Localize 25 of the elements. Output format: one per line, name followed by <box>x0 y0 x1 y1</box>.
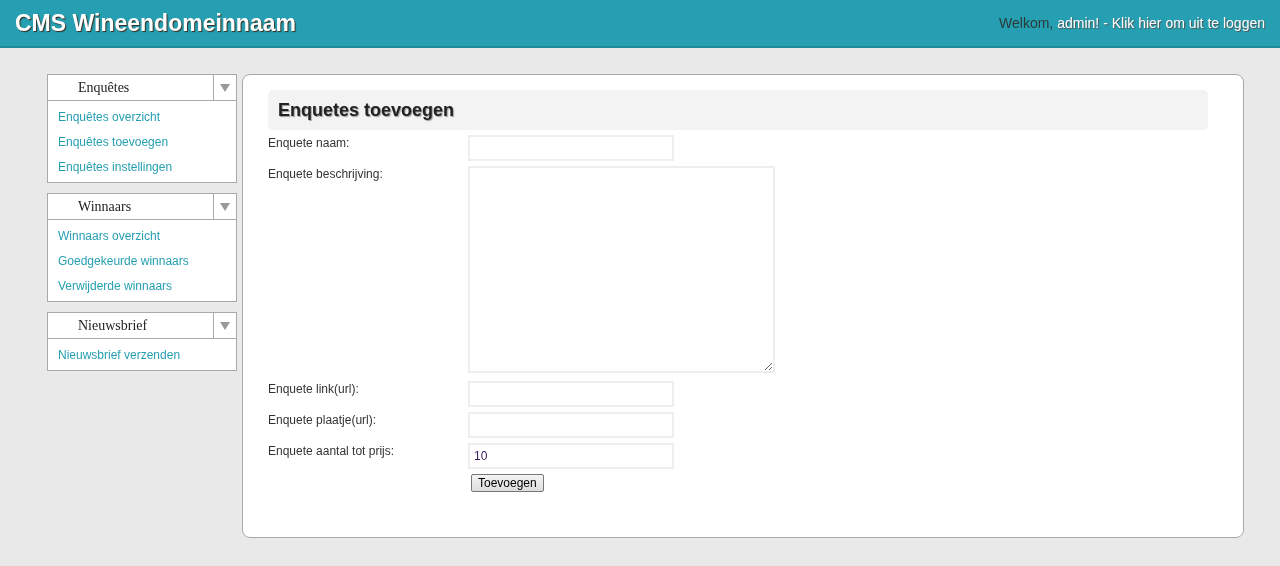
panel-title: Winnaars <box>77 198 133 216</box>
triangle-icon <box>220 321 230 330</box>
sidebar-link[interactable]: Nieuwsbrief verzenden <box>48 343 236 368</box>
sidebar-link[interactable]: Winnaars overzicht <box>48 224 236 249</box>
sidebar-link[interactable]: Enquêtes overzicht <box>48 105 236 130</box>
sidebar-link[interactable]: Goedgekeurde winnaars <box>48 249 236 274</box>
submit-button[interactable]: Toevoegen <box>471 474 544 492</box>
logout-link[interactable]: admin! - Klik hier om uit te loggen <box>1057 15 1265 31</box>
triangle-icon <box>220 83 230 92</box>
input-field[interactable]: 10 <box>468 443 674 469</box>
triangle-icon <box>220 202 230 211</box>
textarea-field[interactable] <box>468 166 775 373</box>
form-title: Enquetes toevoegen <box>268 90 1208 130</box>
field-label: Enquete beschrijving: <box>268 166 384 183</box>
sidebar-link[interactable]: Verwijderde winnaars <box>48 274 236 299</box>
field-label: Enquete aantal tot prijs: <box>268 443 396 460</box>
panel-title: Nieuwsbrief <box>77 317 149 335</box>
sidebar-link[interactable]: Enquêtes toevoegen <box>48 130 236 155</box>
site-title: CMS Wineendomeinnaam <box>15 9 296 37</box>
greeting-text: Welkom, <box>999 15 1054 31</box>
field-label: Enquete link(url): <box>268 381 360 398</box>
sidebar-link[interactable]: Enquêtes instellingen <box>48 155 236 180</box>
panel-title: Enquêtes <box>77 79 131 97</box>
field-label: Enquete plaatje(url): <box>268 412 378 429</box>
field-label: Enquete naam: <box>268 135 351 152</box>
